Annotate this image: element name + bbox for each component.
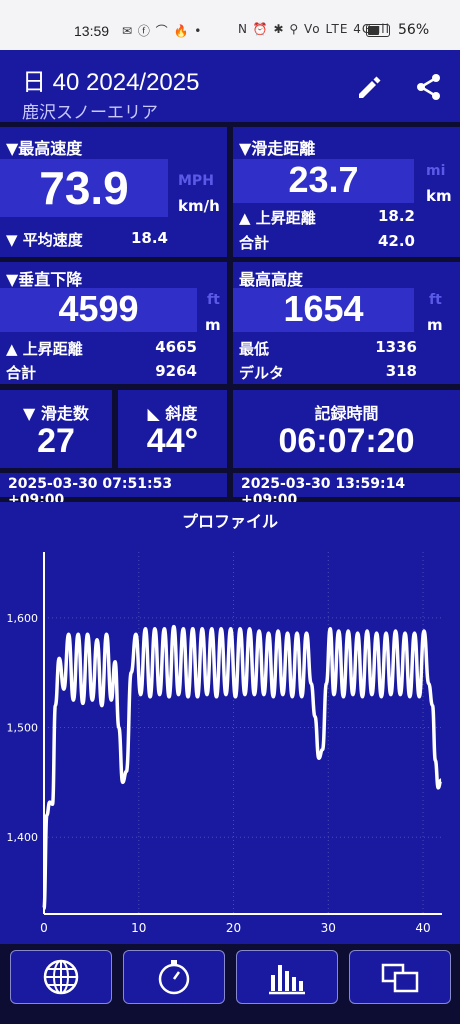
max-altitude-unit-alt[interactable]: ft (429, 292, 442, 308)
vertical-ascent-value: 4665 (155, 338, 197, 356)
max-altitude-label: 最高高度 (239, 270, 304, 289)
status-time: 13:59 (74, 23, 110, 39)
bottom-nav (0, 944, 460, 1024)
share-icon (417, 74, 440, 100)
max-altitude-unit[interactable]: m (427, 316, 443, 334)
runs-value: 27 (37, 422, 75, 460)
ascent-distance-value: 18.2 (377, 207, 415, 225)
vertical-descent-panel[interactable]: ▼垂直下降 4599 ft m ▲ 上昇距離 4665 合計 9264 (0, 262, 227, 384)
slope-panel[interactable]: ◣ 斜度 44° (118, 390, 227, 468)
pencil-icon (359, 76, 381, 98)
total-distance-value: 42.0 (377, 232, 415, 250)
vertical-ascent-label: ▲ 上昇距離 (6, 340, 83, 358)
slope-label: ◣ 斜度 (147, 404, 198, 423)
altitude-delta-value: 318 (385, 362, 417, 380)
status-bar: 13:59 ✉ ⓕ ⌒ 🔥 • N ⏰ ✱ ⚲ Vo LTE 4G ıll 56… (0, 0, 460, 50)
max-speed-label: ▼最高速度 (6, 139, 83, 158)
vertical-descent-value: 4599 (58, 288, 139, 329)
windows-button[interactable] (349, 950, 451, 1004)
min-altitude-value: 1336 (375, 338, 417, 356)
battery-percent: 56% (398, 22, 430, 38)
profile-chart[interactable]: プロファイル 0 10 20 30 40 1,400 1,500 1,600 (0, 502, 460, 944)
avg-speed-label: ▼ 平均速度 (6, 231, 83, 249)
run-distance-unit[interactable]: km (426, 187, 452, 205)
x-tick-label: 10 (131, 921, 146, 935)
profile-chart-panel[interactable]: プロファイル 0 10 20 30 40 1,400 1,500 1,600 (0, 502, 460, 944)
app-header: 日 40 2024/2025 鹿沢スノーエリア (0, 50, 460, 123)
start-time-bar: 2025-03-30 07:51:53 +09:00 (0, 473, 227, 508)
battery-icon (366, 24, 390, 37)
vertical-descent-unit[interactable]: m (205, 316, 221, 334)
day-title: 日 40 2024/2025 (22, 69, 200, 96)
total-distance-label: 合計 (239, 234, 270, 252)
run-distance-value: 23.7 (288, 159, 359, 200)
max-speed-value: 73.9 (39, 162, 129, 214)
runs-panel[interactable]: ▼ 滑走数 27 (0, 390, 112, 468)
stopwatch-icon (158, 960, 190, 995)
vertical-total-label: 合計 (6, 364, 37, 382)
max-speed-unit-alt[interactable]: MPH (178, 173, 214, 189)
notification-icons: ✉ ⓕ ⌒ 🔥 • (122, 24, 203, 38)
run-distance-label: ▼滑走距離 (239, 139, 316, 158)
runs-label: ▼ 滑走数 (23, 404, 89, 423)
y-tick-label: 1,400 (7, 831, 39, 844)
max-altitude-value: 1654 (283, 288, 364, 329)
x-tick-label: 0 (40, 921, 48, 935)
altitude-profile-line (42, 624, 443, 911)
bar-chart-icon (269, 965, 305, 995)
edit-button[interactable] (354, 72, 384, 102)
min-altitude-label: 最低 (239, 340, 270, 358)
x-tick-label: 40 (415, 921, 430, 935)
avg-speed-value: 18.4 (130, 229, 168, 247)
vertical-descent-label: ▼垂直下降 (6, 270, 83, 289)
end-time-bar: 2025-03-30 13:59:14 +09:00 (233, 473, 460, 508)
slope-value: 44° (146, 422, 199, 460)
x-tick-label: 30 (321, 921, 336, 935)
x-tick-label: 20 (226, 921, 241, 935)
stopwatch-button[interactable] (123, 950, 225, 1004)
y-tick-label: 1,500 (7, 722, 39, 735)
stats-button[interactable] (236, 950, 338, 1004)
map-button[interactable] (10, 950, 112, 1004)
chart-title: プロファイル (182, 512, 278, 531)
max-altitude-panel[interactable]: 最高高度 1654 ft m 最低 1336 デルタ 318 (233, 262, 460, 384)
max-speed-panel[interactable]: ▼最高速度 73.9 MPH km/h ▼ 平均速度 18.4 (0, 127, 227, 257)
y-tick-label: 1,600 (7, 612, 39, 625)
run-distance-unit-alt[interactable]: mi (426, 163, 445, 179)
vertical-total-value: 9264 (155, 362, 197, 380)
ascent-distance-label: ▲ 上昇距離 (239, 209, 316, 227)
record-time-label: 記録時間 (314, 404, 379, 423)
record-time-panel[interactable]: 記録時間 06:07:20 (233, 390, 460, 468)
windows-icon (381, 963, 419, 993)
share-button[interactable] (414, 72, 444, 102)
run-distance-panel[interactable]: ▼滑走距離 23.7 mi km ▲ 上昇距離 18.2 合計 42.0 (233, 127, 460, 257)
vertical-descent-unit-alt[interactable]: ft (207, 292, 220, 308)
globe-icon (43, 959, 79, 995)
max-speed-unit[interactable]: km/h (178, 197, 220, 215)
altitude-delta-label: デルタ (239, 364, 285, 382)
resort-name: 鹿沢スノーエリア (22, 103, 158, 123)
record-time-value: 06:07:20 (278, 422, 415, 460)
